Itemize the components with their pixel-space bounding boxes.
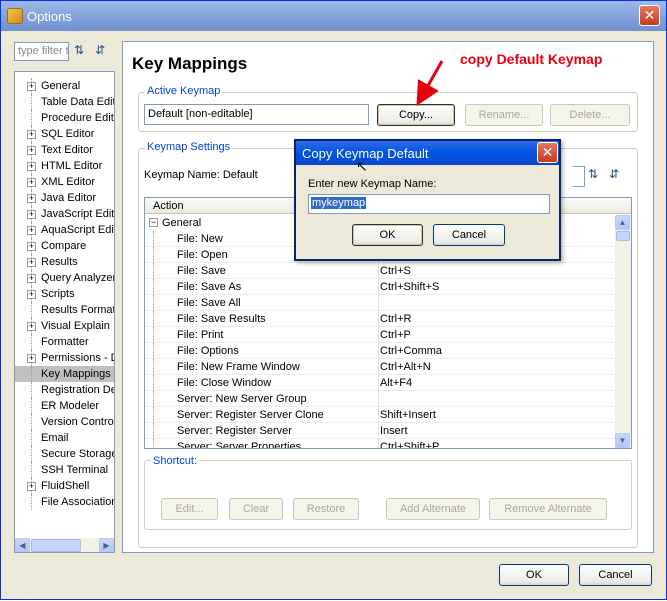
copy-keymap-dialog: Copy Keymap Default ✕ Enter new Keymap N…	[294, 139, 561, 261]
keymap-name-value: mykeymap	[311, 197, 367, 209]
dialog-close-button[interactable]: ✕	[537, 142, 558, 163]
keymap-name-input[interactable]: mykeymap	[308, 194, 550, 214]
mouse-cursor-icon: ↖	[356, 158, 368, 174]
dialog-titlebar: Copy Keymap Default ✕	[296, 141, 559, 165]
dialog-cancel-button[interactable]: Cancel	[433, 224, 505, 246]
arrow-to-copy-icon	[416, 60, 444, 106]
options-window: Options ✕ type filter text ⇅ ⇵ +GeneralT…	[0, 0, 667, 600]
annotation-arrows	[392, 60, 468, 214]
dialog-prompt: Enter new Keymap Name:	[308, 178, 437, 190]
dialog-ok-button[interactable]: OK	[352, 224, 423, 246]
close-icon: ✕	[541, 144, 554, 160]
